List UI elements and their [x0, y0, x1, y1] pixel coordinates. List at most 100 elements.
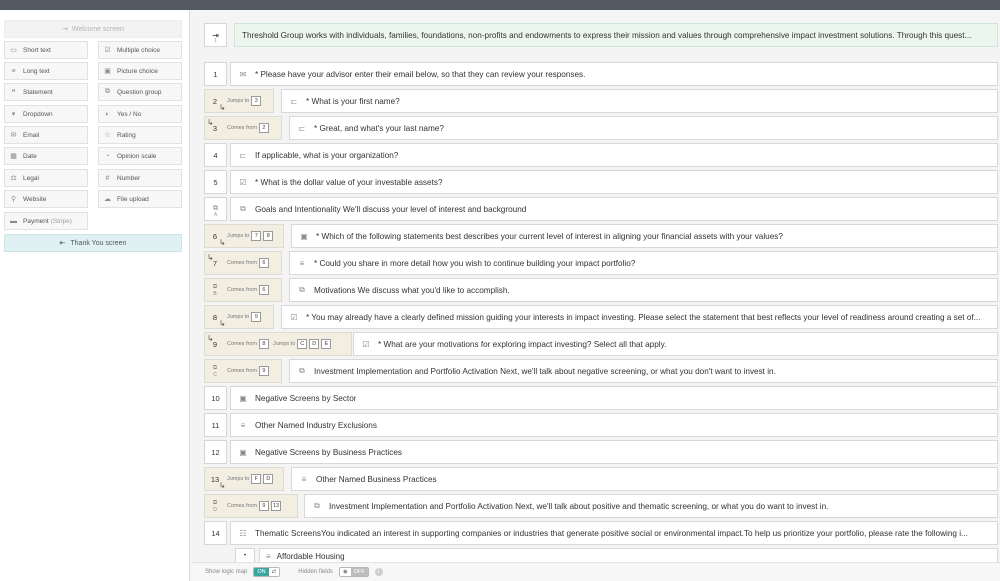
- question-card[interactable]: ⊏ * Great, and what's your last name?: [289, 116, 998, 140]
- picture-choice-icon: ▣: [239, 393, 247, 403]
- question-card[interactable]: ☷ Thematic ScreensYou indicated an intere…: [230, 521, 998, 545]
- long-text-icon: ≡: [301, 474, 307, 484]
- question-card[interactable]: ≡ Other Named Business Practices: [291, 467, 998, 491]
- question-group-card[interactable]: ⧉ Investment Implementation and Portfolio…: [289, 359, 998, 383]
- field-type-picture-choice[interactable]: ▣ Picture choice: [98, 62, 182, 80]
- question-group-card[interactable]: ⧉ Motivations We discuss what you'd like …: [289, 278, 998, 302]
- sub-question-row: • ≡ Affordable Housing: [191, 548, 1000, 562]
- field-type-dropdown[interactable]: ▾ Dropdown: [4, 105, 88, 123]
- eye-icon: ◉: [339, 568, 351, 576]
- thank-you-icon: ⇤: [59, 240, 66, 247]
- legal-icon: ⚖: [10, 175, 17, 182]
- question-number: 5: [204, 170, 227, 194]
- question-group-icon: ⧉: [240, 204, 246, 213]
- field-type-long-text[interactable]: ≡ Long text: [4, 62, 88, 80]
- question-group-card[interactable]: ⧉ Goals and Intentionality We'll discuss …: [230, 197, 998, 221]
- field-type-rating[interactable]: ☆ Rating: [98, 126, 182, 144]
- question-card[interactable]: ▣ Negative Screens by Sector: [230, 386, 998, 410]
- field-type-question-group[interactable]: ⧉ Question group: [98, 83, 182, 101]
- question-group-row: ⧉ B Comes from 6 ⧉ Motivations We discuss …: [191, 278, 1000, 302]
- question-row: ↳ 3 Comes from 2 ⊏ * Great, and what's yo…: [191, 116, 1000, 140]
- logic-badge[interactable]: 8 Jumps to 9 ↳: [204, 305, 274, 329]
- question-group-row: ⧉ C Comes from 9 ⧉ Investment Implementati…: [191, 359, 1000, 383]
- thank-you-screen-button[interactable]: ⇤ Thank You screen: [4, 234, 182, 252]
- short-text-icon: ⊏: [239, 150, 247, 160]
- question-group-icon: ⧉: [299, 366, 305, 375]
- field-type-date[interactable]: ▦ Date: [4, 147, 88, 165]
- hidden-fields-toggle[interactable]: ◉ OFF: [338, 567, 369, 577]
- field-type-legal[interactable]: ⚖ Legal: [4, 169, 88, 187]
- question-group-icon: ⧉: [299, 285, 305, 294]
- bottom-toolbar: Show logic map ON ⇄ Hidden fields ◉ OFF …: [191, 562, 1000, 581]
- opinion-scale-icon: ◔: [105, 152, 110, 160]
- question-row: 4 ⊏ If applicable, what is your organizat…: [191, 143, 1000, 167]
- question-number: 4: [204, 143, 227, 167]
- short-text-icon: ▭: [10, 47, 17, 54]
- field-type-yes-no[interactable]: ◐ Yes / No: [98, 105, 182, 123]
- field-type-email[interactable]: ✉ Email: [4, 126, 88, 144]
- question-group-icon: ⧉: [212, 364, 218, 371]
- question-group-icon: ⧉: [212, 499, 218, 506]
- question-row: 10 ▣ Negative Screens by Sector: [191, 386, 1000, 410]
- picture-choice-icon: ▣: [104, 68, 111, 75]
- question-row: 1 ✉ * Please have your advisor enter thei…: [191, 62, 1000, 86]
- question-card[interactable]: ▣ Negative Screens by Business Practices: [230, 440, 998, 464]
- welcome-card[interactable]: Threshold Group works with individuals, …: [234, 23, 998, 47]
- logic-badge[interactable]: ⧉ B Comes from 6: [204, 278, 282, 302]
- dropdown-icon: ▾: [11, 111, 16, 118]
- logic-badge[interactable]: 6 Jumps to 7 8 ↳: [204, 224, 284, 248]
- logic-badge[interactable]: ⧉ C Comes from 9: [204, 359, 282, 383]
- field-type-short-text[interactable]: ▭ Short text: [4, 41, 88, 59]
- field-type-number[interactable]: # Number: [98, 169, 182, 187]
- logic-badge[interactable]: ⧉ D Comes from 9 13: [204, 494, 298, 518]
- email-icon: ✉: [10, 132, 17, 139]
- welcome-row: ⇥ 1 Threshold Group works with individua…: [191, 23, 1000, 47]
- field-type-website[interactable]: ⚲ Website: [4, 190, 88, 208]
- field-types-sidebar: ⇥ Welcome screen ▭ Short text ☑ Multiple c…: [0, 10, 190, 581]
- logic-badge[interactable]: ↳ 3 Comes from 2: [204, 116, 282, 140]
- top-bar: [0, 0, 1000, 10]
- field-type-opinion-scale[interactable]: ◔ Opinion scale: [98, 147, 182, 165]
- short-text-icon: ⊏: [298, 123, 306, 133]
- question-row: 8 Jumps to 9 ↳ ☑ * You may already have a…: [191, 305, 1000, 329]
- field-type-multiple-choice[interactable]: ☑ Multiple choice: [98, 41, 182, 59]
- question-card[interactable]: ≡ * Could you share in more detail how yo…: [289, 251, 998, 275]
- question-card[interactable]: ⊏ If applicable, what is your organizatio…: [230, 143, 998, 167]
- welcome-number: ⇥ 1: [204, 23, 227, 47]
- question-card[interactable]: ≡ Other Named Industry Exclusions: [230, 413, 998, 437]
- matrix-icon: ☷: [239, 528, 247, 538]
- info-icon[interactable]: i: [374, 568, 383, 576]
- question-group-row: ⧉ A ⧉ Goals and Intentionality We'll discu…: [191, 197, 1000, 221]
- jump-arrow-icon: ↳: [219, 481, 226, 490]
- question-group-card[interactable]: ⧉ Investment Implementation and Portfolio…: [304, 494, 998, 518]
- logic-badge[interactable]: 2 Jumps to 3 ↳: [204, 89, 274, 113]
- field-type-statement[interactable]: ❝ Statement: [4, 83, 88, 101]
- question-row: 11 ≡ Other Named Industry Exclusions: [191, 413, 1000, 437]
- logic-map-toggle[interactable]: ON ⇄: [253, 567, 281, 577]
- picture-choice-icon: ▣: [300, 231, 308, 241]
- long-text-icon: ≡: [266, 551, 271, 561]
- question-card[interactable]: ⊏ * What is your first name?: [281, 89, 998, 113]
- logic-badge[interactable]: 13 Jumps to F D ↳: [204, 467, 284, 491]
- yes-no-icon: ◐: [105, 110, 110, 118]
- date-icon: ▦: [10, 153, 17, 160]
- field-type-file-upload[interactable]: ☁ File upload: [98, 190, 182, 208]
- logic-badge[interactable]: ↳ 7 Comes from 6: [204, 251, 282, 275]
- number-icon: #: [105, 174, 110, 182]
- welcome-screen-button[interactable]: ⇥ Welcome screen: [4, 20, 182, 38]
- statement-icon: ❝: [11, 89, 16, 96]
- question-card[interactable]: ✉ * Please have your advisor enter their …: [230, 62, 998, 86]
- group-number: ⧉ A: [204, 197, 227, 221]
- multiple-choice-icon: ☑: [104, 47, 111, 54]
- multiple-choice-icon: ☑: [239, 177, 247, 187]
- sub-question-card[interactable]: ≡ Affordable Housing: [259, 548, 998, 562]
- question-number: 10: [204, 386, 227, 410]
- field-type-payment[interactable]: ▬ Payment (Stripe): [4, 212, 88, 230]
- logic-badge[interactable]: ↳ 9 Comes from 8 Jumps to C D E: [204, 332, 352, 356]
- question-card[interactable]: ☑ * What are your motivations for explori…: [353, 332, 998, 356]
- question-group-icon: ⧉: [105, 88, 110, 95]
- question-card[interactable]: ☑ * You may already have a clearly define…: [281, 305, 998, 329]
- question-card[interactable]: ▣ * Which of the following statements bes…: [291, 224, 998, 248]
- question-card[interactable]: ☑ * What is the dollar value of your inve…: [230, 170, 998, 194]
- question-list: ⇥ 1 Threshold Group works with individua…: [191, 10, 1000, 562]
